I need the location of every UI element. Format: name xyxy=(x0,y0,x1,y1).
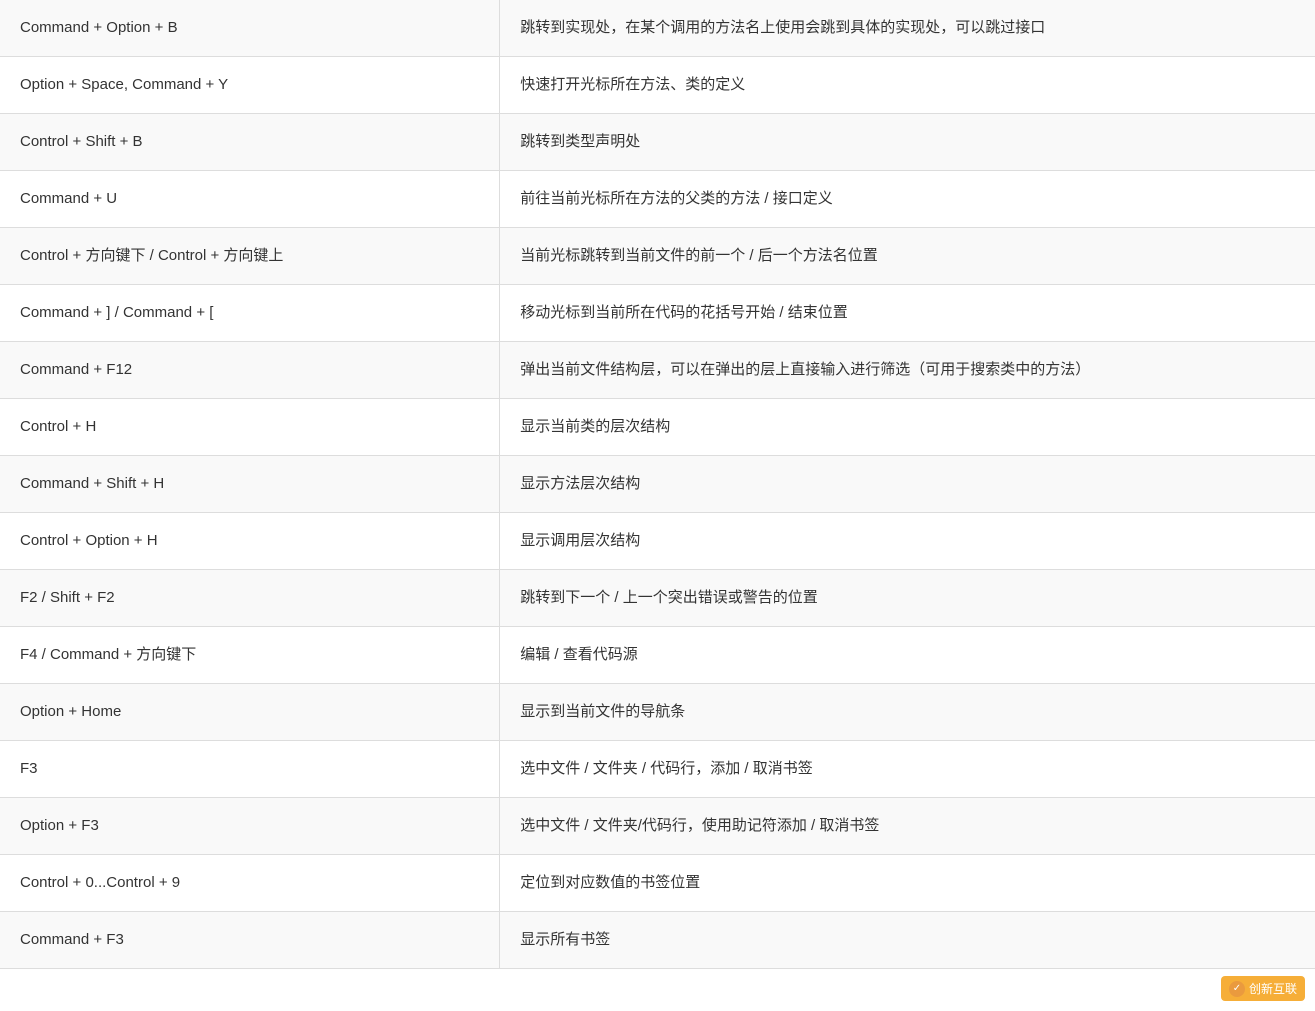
shortcut-table: Command + Option + B跳转到实现处，在某个调用的方法名上使用会… xyxy=(0,0,1315,969)
shortcut-key: Command + Shift + H xyxy=(0,456,500,513)
shortcut-key: Control + Option + H xyxy=(0,513,500,570)
shortcut-description: 前往当前光标所在方法的父类的方法 / 接口定义 xyxy=(500,171,1315,228)
table-row: F2 / Shift + F2跳转到下一个 / 上一个突出错误或警告的位置 xyxy=(0,570,1315,627)
shortcut-key: Command + ] / Command + [ xyxy=(0,285,500,342)
table-row: Command + Option + B跳转到实现处，在某个调用的方法名上使用会… xyxy=(0,0,1315,57)
watermark-icon: ✓ xyxy=(1229,981,1245,997)
table-row: Control + 0...Control + 9定位到对应数值的书签位置 xyxy=(0,855,1315,912)
shortcut-key: F3 xyxy=(0,741,500,798)
shortcut-description: 跳转到类型声明处 xyxy=(500,114,1315,171)
shortcut-key: Option + F3 xyxy=(0,798,500,855)
table-row: Command + U前往当前光标所在方法的父类的方法 / 接口定义 xyxy=(0,171,1315,228)
table-row: Control + Option + H显示调用层次结构 xyxy=(0,513,1315,570)
shortcut-description: 快速打开光标所在方法、类的定义 xyxy=(500,57,1315,114)
table-row: Control + 方向键下 / Control + 方向键上当前光标跳转到当前… xyxy=(0,228,1315,285)
shortcut-key: Control + H xyxy=(0,399,500,456)
shortcut-description: 显示当前类的层次结构 xyxy=(500,399,1315,456)
table-row: Control + Shift + B跳转到类型声明处 xyxy=(0,114,1315,171)
shortcut-description: 弹出当前文件结构层，可以在弹出的层上直接输入进行筛选（可用于搜索类中的方法） xyxy=(500,342,1315,399)
shortcut-key: Option + Space, Command + Y xyxy=(0,57,500,114)
table-row: Control + H显示当前类的层次结构 xyxy=(0,399,1315,456)
table-row: F3选中文件 / 文件夹 / 代码行，添加 / 取消书签 xyxy=(0,741,1315,798)
shortcut-description: 显示方法层次结构 xyxy=(500,456,1315,513)
shortcut-description: 编辑 / 查看代码源 xyxy=(500,627,1315,684)
shortcut-description: 显示所有书签 xyxy=(500,912,1315,969)
shortcut-key: Command + U xyxy=(0,171,500,228)
shortcut-key: Command + F3 xyxy=(0,912,500,969)
watermark: ✓ 创新互联 xyxy=(1221,976,1305,1001)
shortcut-description: 当前光标跳转到当前文件的前一个 / 后一个方法名位置 xyxy=(500,228,1315,285)
shortcut-key: Command + F12 xyxy=(0,342,500,399)
shortcut-description: 选中文件 / 文件夹/代码行，使用助记符添加 / 取消书签 xyxy=(500,798,1315,855)
shortcut-description: 移动光标到当前所在代码的花括号开始 / 结束位置 xyxy=(500,285,1315,342)
shortcut-description: 选中文件 / 文件夹 / 代码行，添加 / 取消书签 xyxy=(500,741,1315,798)
table-container: Command + Option + B跳转到实现处，在某个调用的方法名上使用会… xyxy=(0,0,1315,1011)
shortcut-key: Command + Option + B xyxy=(0,0,500,57)
shortcut-description: 定位到对应数值的书签位置 xyxy=(500,855,1315,912)
shortcut-key: Control + Shift + B xyxy=(0,114,500,171)
shortcut-description: 跳转到实现处，在某个调用的方法名上使用会跳到具体的实现处，可以跳过接口 xyxy=(500,0,1315,57)
table-row: F4 / Command + 方向键下编辑 / 查看代码源 xyxy=(0,627,1315,684)
shortcut-description: 跳转到下一个 / 上一个突出错误或警告的位置 xyxy=(500,570,1315,627)
shortcut-description: 显示调用层次结构 xyxy=(500,513,1315,570)
shortcut-description: 显示到当前文件的导航条 xyxy=(500,684,1315,741)
shortcut-key: Control + 0...Control + 9 xyxy=(0,855,500,912)
watermark-label: 创新互联 xyxy=(1249,980,1297,997)
table-row: Option + F3选中文件 / 文件夹/代码行，使用助记符添加 / 取消书签 xyxy=(0,798,1315,855)
shortcut-key: F2 / Shift + F2 xyxy=(0,570,500,627)
shortcut-key: Control + 方向键下 / Control + 方向键上 xyxy=(0,228,500,285)
table-row: Command + F12弹出当前文件结构层，可以在弹出的层上直接输入进行筛选（… xyxy=(0,342,1315,399)
shortcut-key: F4 / Command + 方向键下 xyxy=(0,627,500,684)
table-row: Option + Space, Command + Y快速打开光标所在方法、类的… xyxy=(0,57,1315,114)
table-row: Option + Home显示到当前文件的导航条 xyxy=(0,684,1315,741)
table-row: Command + Shift + H显示方法层次结构 xyxy=(0,456,1315,513)
shortcut-key: Option + Home xyxy=(0,684,500,741)
table-row: Command + ] / Command + [移动光标到当前所在代码的花括号… xyxy=(0,285,1315,342)
table-row: Command + F3显示所有书签 xyxy=(0,912,1315,969)
